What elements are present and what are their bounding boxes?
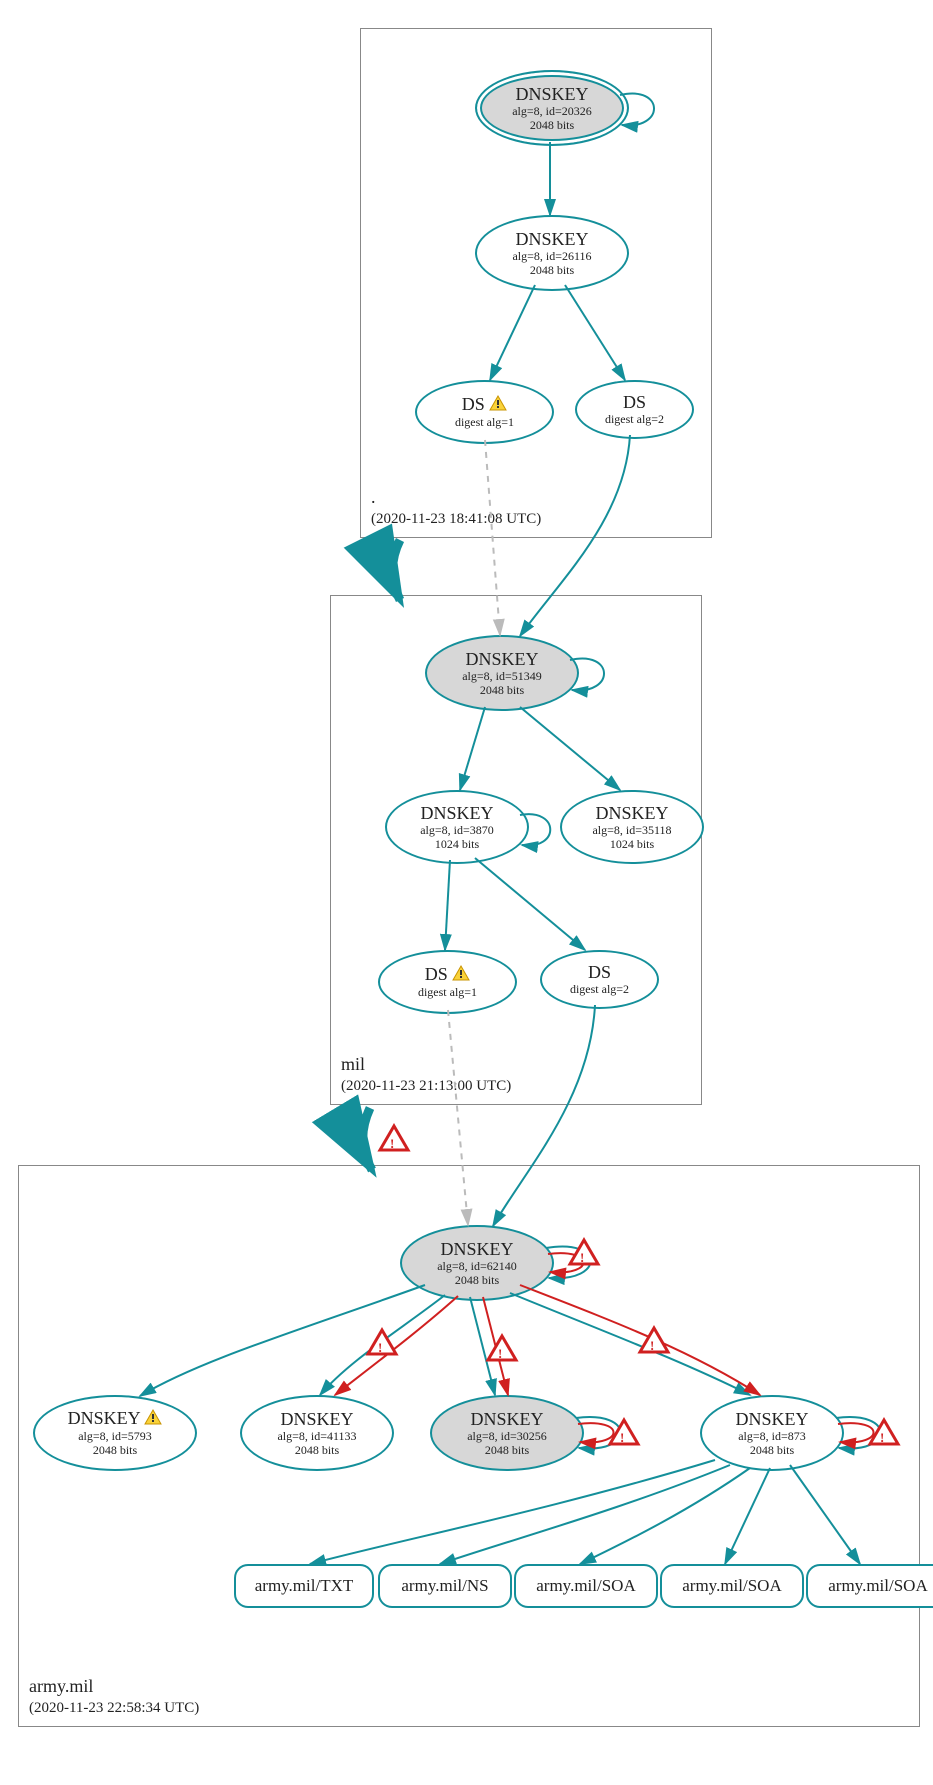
rr-ns: army.mil/NS [378, 1564, 512, 1608]
node-title: DS [588, 962, 611, 983]
zone-timestamp: (2020-11-23 18:41:08 UTC) [371, 510, 541, 530]
node-mil-zsk2: DNSKEY alg=8, id=35118 1024 bits [560, 790, 704, 864]
node-title: DNSKEY [465, 649, 538, 670]
node-mil-ds2: DS digest alg=2 [540, 950, 659, 1009]
node-sub: 2048 bits [93, 1444, 137, 1458]
node-root-ksk: DNSKEY alg=8, id=20326 2048 bits [475, 70, 629, 146]
rr-soa-2: army.mil/SOA [660, 1564, 804, 1608]
ds-label: DS [462, 394, 485, 414]
node-sub: 2048 bits [750, 1444, 794, 1458]
node-title: DNSKEY [280, 1409, 353, 1430]
node-sub: 1024 bits [435, 838, 479, 852]
node-title: DNSKEY [440, 1239, 513, 1260]
zone-root-label: . (2020-11-23 18:41:08 UTC) [371, 486, 541, 529]
rr-label: army.mil/TXT [255, 1576, 354, 1596]
zone-timestamp: (2020-11-23 22:58:34 UTC) [29, 1699, 199, 1719]
key-label: DNSKEY [68, 1408, 140, 1428]
zone-timestamp: (2020-11-23 21:13:00 UTC) [341, 1077, 511, 1097]
node-mil-ds1: DS digest alg=1 [378, 950, 517, 1014]
node-title: DNSKEY [595, 803, 668, 824]
node-title: DNSKEY [515, 84, 588, 105]
rr-soa-1: army.mil/SOA [514, 1564, 658, 1608]
node-sub: digest alg=2 [570, 983, 629, 997]
rr-txt: army.mil/TXT [234, 1564, 374, 1608]
dnssec-graph: . (2020-11-23 18:41:08 UTC) mil (2020-11… [0, 0, 933, 1785]
zone-name: army.mil [29, 1675, 199, 1698]
node-sub: 2048 bits [295, 1444, 339, 1458]
node-title: DNSKEY [420, 803, 493, 824]
node-title: DNSKEY [470, 1409, 543, 1430]
node-root-ds1: DS digest alg=1 [415, 380, 554, 444]
node-title: DS [462, 394, 508, 416]
node-sub: alg=8, id=62140 [437, 1260, 517, 1274]
node-sub: alg=8, id=30256 [467, 1430, 547, 1444]
error-icon: ! [380, 1126, 408, 1151]
zone-name: mil [341, 1053, 511, 1076]
node-sub: alg=8, id=873 [738, 1430, 806, 1444]
node-sub: 2048 bits [530, 119, 574, 133]
ds-label: DS [425, 964, 448, 984]
node-title: DNSKEY [68, 1408, 163, 1430]
node-sub: alg=8, id=35118 [592, 824, 671, 838]
zone-name: . [371, 486, 541, 509]
rr-soa-3: army.mil/SOA [806, 1564, 933, 1608]
node-root-ds2: DS digest alg=2 [575, 380, 694, 439]
node-sub: digest alg=1 [418, 986, 477, 1000]
rr-label: army.mil/SOA [536, 1576, 635, 1596]
warning-icon [452, 965, 470, 986]
node-sub: alg=8, id=26116 [512, 250, 591, 264]
warning-icon [489, 395, 507, 416]
node-sub: digest alg=2 [605, 413, 664, 427]
node-sub: 1024 bits [610, 838, 654, 852]
node-sub: alg=8, id=3870 [420, 824, 494, 838]
rr-label: army.mil/NS [401, 1576, 488, 1596]
node-sub: 2048 bits [480, 684, 524, 698]
node-army-ksk: DNSKEY alg=8, id=62140 2048 bits [400, 1225, 554, 1301]
node-root-zsk: DNSKEY alg=8, id=26116 2048 bits [475, 215, 629, 291]
node-army-k4: DNSKEY alg=8, id=873 2048 bits [700, 1395, 844, 1471]
node-sub: alg=8, id=41133 [277, 1430, 356, 1444]
node-title: DS [425, 964, 471, 986]
node-army-k3: DNSKEY alg=8, id=30256 2048 bits [430, 1395, 584, 1471]
warning-icon [144, 1409, 162, 1430]
node-title: DNSKEY [515, 229, 588, 250]
node-sub: 2048 bits [455, 1274, 499, 1288]
rr-label: army.mil/SOA [682, 1576, 781, 1596]
node-mil-zsk1: DNSKEY alg=8, id=3870 1024 bits [385, 790, 529, 864]
node-title: DS [623, 392, 646, 413]
node-sub: alg=8, id=51349 [462, 670, 542, 684]
node-mil-ksk: DNSKEY alg=8, id=51349 2048 bits [425, 635, 579, 711]
node-sub: 2048 bits [530, 264, 574, 278]
node-army-k2: DNSKEY alg=8, id=41133 2048 bits [240, 1395, 394, 1471]
zone-mil-label: mil (2020-11-23 21:13:00 UTC) [341, 1053, 511, 1096]
zone-army-label: army.mil (2020-11-23 22:58:34 UTC) [29, 1675, 199, 1718]
node-title: DNSKEY [735, 1409, 808, 1430]
node-army-k1: DNSKEY alg=8, id=5793 2048 bits [33, 1395, 197, 1471]
node-sub: 2048 bits [485, 1444, 529, 1458]
node-sub: digest alg=1 [455, 416, 514, 430]
svg-text:!: ! [390, 1136, 394, 1151]
rr-label: army.mil/SOA [828, 1576, 927, 1596]
node-sub: alg=8, id=20326 [512, 105, 592, 119]
node-sub: alg=8, id=5793 [78, 1430, 152, 1444]
